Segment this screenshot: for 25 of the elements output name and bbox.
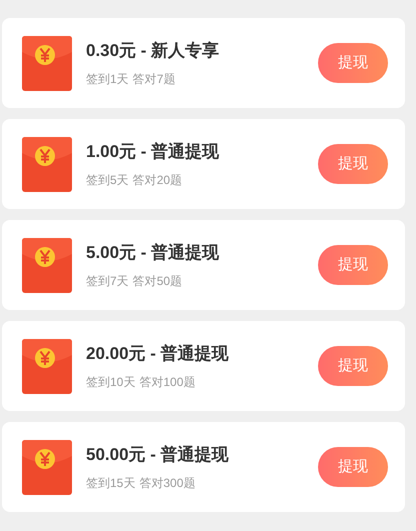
condition-text: 签到10天 [86, 374, 136, 391]
condition-text: 答对20题 [132, 172, 182, 189]
money-envelope-icon [22, 238, 72, 292]
reward-title: 5.00元 - 普通提现 [86, 242, 220, 264]
withdraw-button[interactable]: 提现 [318, 447, 388, 487]
condition-text: 签到7天 [86, 272, 129, 290]
reward-title: 0.30元 - 新人专享 [86, 40, 220, 62]
condition-text: 答对50题 [132, 272, 182, 290]
money-envelope-icon [22, 440, 72, 494]
money-envelope-icon [22, 136, 72, 192]
condition-text: 签到5天 [86, 172, 129, 189]
withdraw-button[interactable]: 提现 [318, 245, 388, 285]
condition-text: 答对300题 [139, 474, 196, 492]
withdraw-button[interactable]: 提现 [318, 144, 388, 184]
money-envelope-icon [22, 36, 72, 90]
withdraw-button[interactable]: 提现 [318, 346, 388, 386]
condition-text: 签到1天 [86, 70, 129, 88]
withdraw-button[interactable]: 提现 [318, 43, 388, 83]
reward-title: 1.00元 - 普通提现 [86, 141, 220, 164]
condition-text: 答对7题 [132, 70, 176, 88]
condition-text: 答对100题 [139, 374, 196, 391]
reward-title: 50.00元 - 普通提现 [86, 444, 230, 466]
condition-text: 签到15天 [86, 474, 136, 492]
money-envelope-icon [22, 338, 72, 394]
reward-title: 20.00元 - 普通提现 [86, 343, 230, 366]
